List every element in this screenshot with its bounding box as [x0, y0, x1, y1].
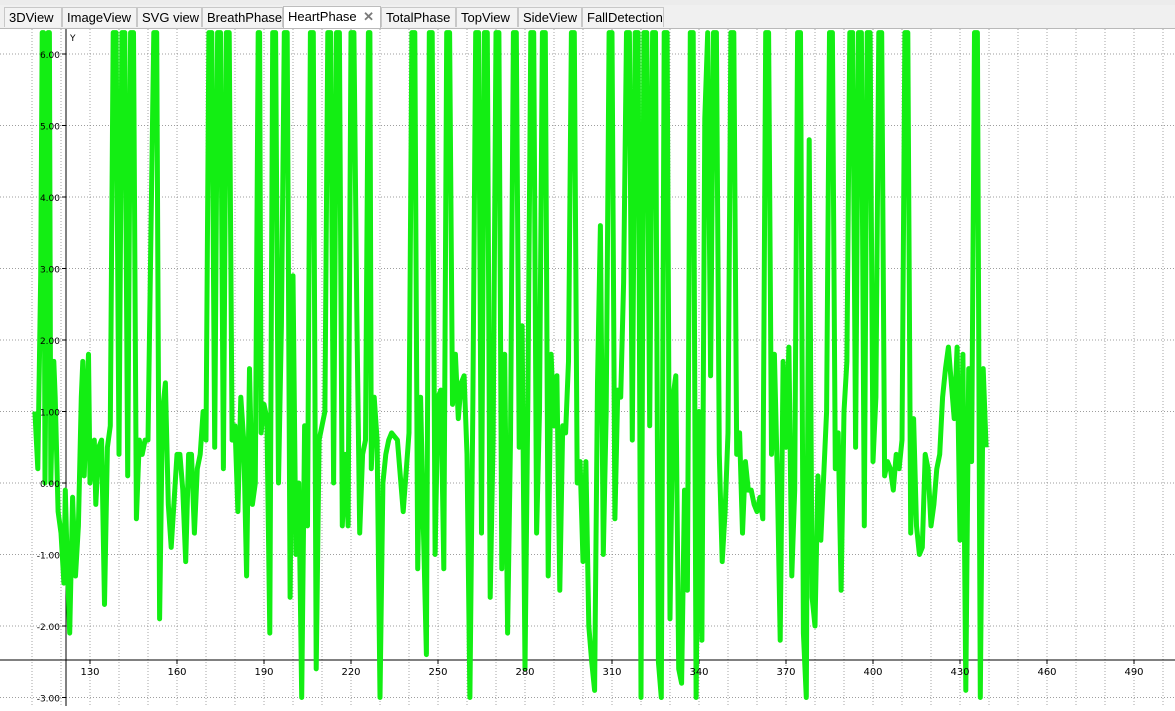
- y-tick-label: 1.00: [40, 409, 60, 419]
- tab-label: TopView: [461, 10, 510, 25]
- y-tick-label: -2.00: [37, 623, 61, 633]
- y-axis-label: Y: [69, 34, 76, 44]
- tab-label: ImageView: [67, 10, 132, 25]
- tab-imageview[interactable]: ImageView: [62, 7, 137, 27]
- tab-label: SVG view: [142, 10, 200, 25]
- x-tick-label: 190: [254, 667, 273, 678]
- tab-label: 3DView: [9, 10, 54, 25]
- x-tick-label: 220: [341, 667, 360, 678]
- tab-bar: 3DView ImageView SVG view BreathPhase He…: [0, 5, 1175, 29]
- x-tick-label: 130: [80, 667, 99, 678]
- tab-totalphase[interactable]: TotalPhase: [381, 7, 456, 27]
- tab-breathphase[interactable]: BreathPhase: [202, 7, 283, 27]
- x-tick-label: 280: [515, 667, 534, 678]
- y-tick-label: -3.00: [37, 695, 61, 705]
- y-tick-label: 2.00: [40, 337, 60, 347]
- heart-phase-series-line: [32, 30, 989, 700]
- y-tick-label: 4.00: [40, 194, 60, 204]
- tab-svg-view[interactable]: SVG view: [137, 7, 202, 27]
- x-tick-label: 310: [602, 667, 621, 678]
- y-tick-label: 5.00: [40, 123, 60, 133]
- x-tick-label: 160: [167, 667, 186, 678]
- tab-label: FallDetection: [587, 10, 663, 25]
- tab-falldetection[interactable]: FallDetection: [582, 7, 664, 27]
- heart-phase-plot[interactable]: 6.00 5.00 4.00 3.00 2.00 1.00 0.00 -1.00 -2.00 -3…: [0, 29, 1175, 706]
- tab-heartphase[interactable]: HeartPhase ✕: [283, 6, 381, 28]
- x-tick-label: 340: [689, 667, 708, 678]
- y-tick-label: -1.00: [37, 552, 61, 562]
- close-icon[interactable]: ✕: [363, 7, 374, 27]
- tab-label: BreathPhase: [207, 10, 283, 25]
- x-tick-label: 250: [428, 667, 447, 678]
- y-tick-label: 0.00: [40, 480, 60, 490]
- x-tick-label: 430: [950, 667, 969, 678]
- tab-topview[interactable]: TopView: [456, 7, 518, 27]
- tab-label: TotalPhase: [386, 10, 451, 25]
- tab-sideview[interactable]: SideView: [518, 7, 582, 27]
- tab-label: SideView: [523, 10, 577, 25]
- tab-3dview[interactable]: 3DView: [4, 7, 62, 27]
- x-tick-label: 460: [1037, 667, 1056, 678]
- y-tick-label: 6.00: [40, 51, 60, 61]
- tab-label: HeartPhase: [288, 9, 357, 24]
- x-tick-label: 370: [776, 667, 795, 678]
- x-tick-label: 490: [1124, 667, 1143, 678]
- y-tick-label: 3.00: [40, 266, 60, 276]
- x-tick-label: 400: [863, 667, 882, 678]
- chart-svg: 6.00 5.00 4.00 3.00 2.00 1.00 0.00 -1.00 -2.00 -3…: [0, 29, 1175, 706]
- series-layer: [32, 30, 989, 700]
